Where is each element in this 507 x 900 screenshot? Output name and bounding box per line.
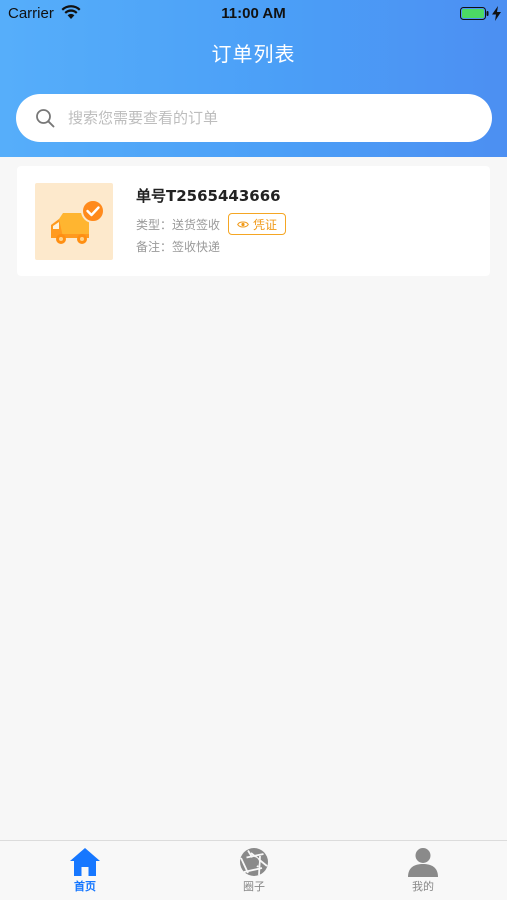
header: Carrier 11:00 AM 订单列表 (0, 0, 507, 157)
order-type-row: 类型： 送货签收 凭证 (136, 213, 287, 235)
order-note-value: 签收快递 (172, 240, 221, 254)
page-title: 订单列表 (211, 42, 296, 66)
order-note-row: 备注：签收快递 (136, 238, 220, 255)
eye-icon (237, 221, 249, 227)
tab-home[interactable]: 首页 (35, 841, 135, 900)
search-bar[interactable] (16, 94, 492, 142)
battery-icon (460, 7, 489, 20)
tab-circle-label: 圈子 (243, 880, 265, 893)
aperture-icon (240, 848, 268, 876)
order-number: 单号T2565443666 (136, 187, 281, 205)
order-card[interactable]: 单号T2565443666 类型： 送货签收 凭证 备注：签收快递 (17, 166, 490, 276)
status-time: 11:00 AM (221, 5, 286, 22)
search-input[interactable] (66, 108, 470, 128)
voucher-label: 凭证 (253, 217, 278, 232)
order-note-label: 备注： (136, 240, 173, 254)
voucher-button[interactable]: 凭证 (228, 213, 287, 235)
tab-bar: 首页 圈子 我的 (0, 840, 507, 900)
order-type-value: 送货签收 (172, 217, 221, 232)
order-type-label: 类型： (136, 217, 173, 232)
status-bar: Carrier 11:00 AM (0, 0, 507, 28)
order-thumbnail (35, 183, 113, 260)
tab-circle[interactable]: 圈子 (204, 841, 304, 900)
tab-mine[interactable]: 我的 (373, 841, 473, 900)
delivery-truck-check-icon (51, 199, 105, 244)
charging-bolt-icon (492, 6, 501, 21)
search-icon (36, 109, 55, 128)
order-list-screen: Carrier 11:00 AM 订单列表 搜索您需要查看的订单 单号T2565… (0, 0, 507, 900)
user-icon (408, 848, 438, 877)
tab-home-label: 首页 (74, 880, 96, 893)
home-icon (70, 848, 100, 876)
tab-mine-label: 我的 (412, 880, 434, 893)
